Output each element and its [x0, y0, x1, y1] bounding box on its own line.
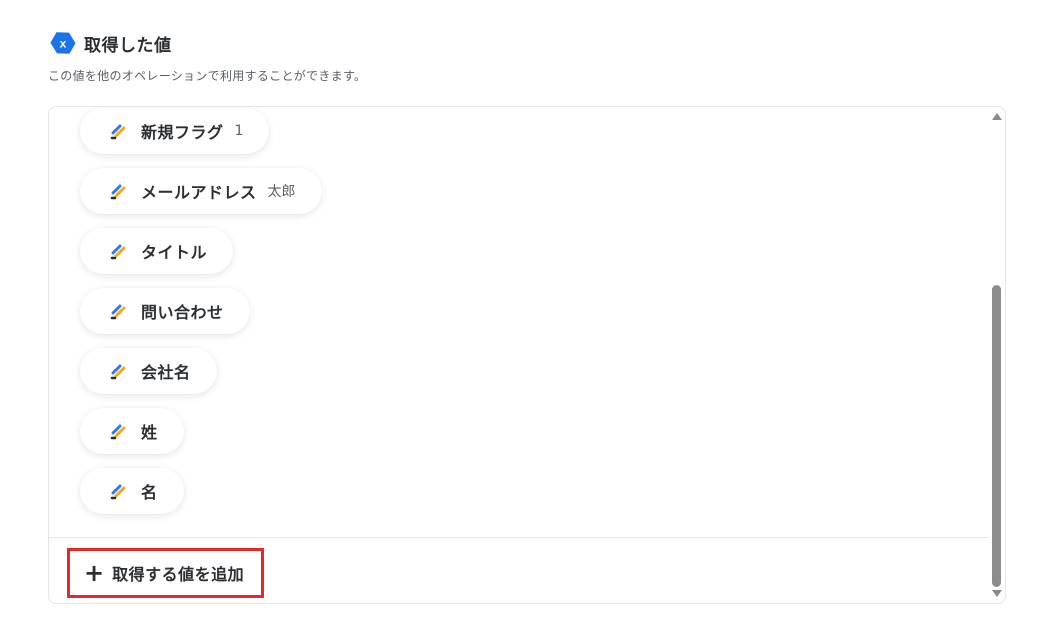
- value-chip[interactable]: 会社名: [80, 348, 217, 394]
- value-chip-label: 問い合わせ: [141, 303, 224, 322]
- pen-icon: [110, 184, 126, 200]
- add-value-button[interactable]: + 取得する値を追加: [67, 548, 264, 598]
- divider: [49, 537, 989, 538]
- value-chip[interactable]: メールアドレス 太郎: [80, 168, 322, 214]
- values-panel: 新規フラグ 1 メールアドレス 太郎 タイトル 問い合わせ 会社名 姓 名 + …: [48, 106, 1006, 604]
- value-chip[interactable]: 姓: [80, 408, 184, 454]
- add-value-label: 取得する値を追加: [112, 565, 245, 584]
- svg-text:x: x: [60, 37, 67, 51]
- scrollbar[interactable]: [989, 107, 1005, 603]
- value-chip[interactable]: 新規フラグ 1: [80, 108, 270, 154]
- value-chip-label: タイトル: [141, 243, 208, 262]
- scroll-down-arrow-icon[interactable]: [992, 590, 1002, 597]
- value-chip[interactable]: タイトル: [80, 228, 234, 274]
- section-header: x 取得した値: [50, 30, 172, 56]
- value-chip-value: 1: [234, 123, 244, 139]
- value-chip-value: 太郎: [267, 184, 296, 200]
- value-chip[interactable]: 名: [80, 468, 184, 514]
- pen-icon: [110, 364, 126, 380]
- value-chip-label: 会社名: [141, 363, 191, 382]
- pen-icon: [110, 424, 126, 440]
- pen-icon: [110, 304, 126, 320]
- value-chip-label: 新規フラグ: [141, 123, 224, 142]
- hex-x-icon: x: [50, 32, 76, 54]
- value-chip[interactable]: 問い合わせ: [80, 288, 250, 334]
- scrollbar-thumb[interactable]: [992, 285, 1001, 587]
- value-chip-label: メールアドレス: [141, 183, 257, 202]
- pen-icon: [110, 124, 126, 140]
- value-chip-label: 姓: [141, 423, 158, 442]
- section-title: 取得した値: [84, 35, 172, 56]
- pen-icon: [110, 484, 126, 500]
- value-chip-label: 名: [141, 483, 158, 502]
- section-description: この値を他のオペレーションで利用することができます。: [48, 69, 367, 83]
- plus-icon: +: [84, 559, 105, 587]
- scroll-up-arrow-icon[interactable]: [992, 113, 1002, 120]
- pen-icon: [110, 244, 126, 260]
